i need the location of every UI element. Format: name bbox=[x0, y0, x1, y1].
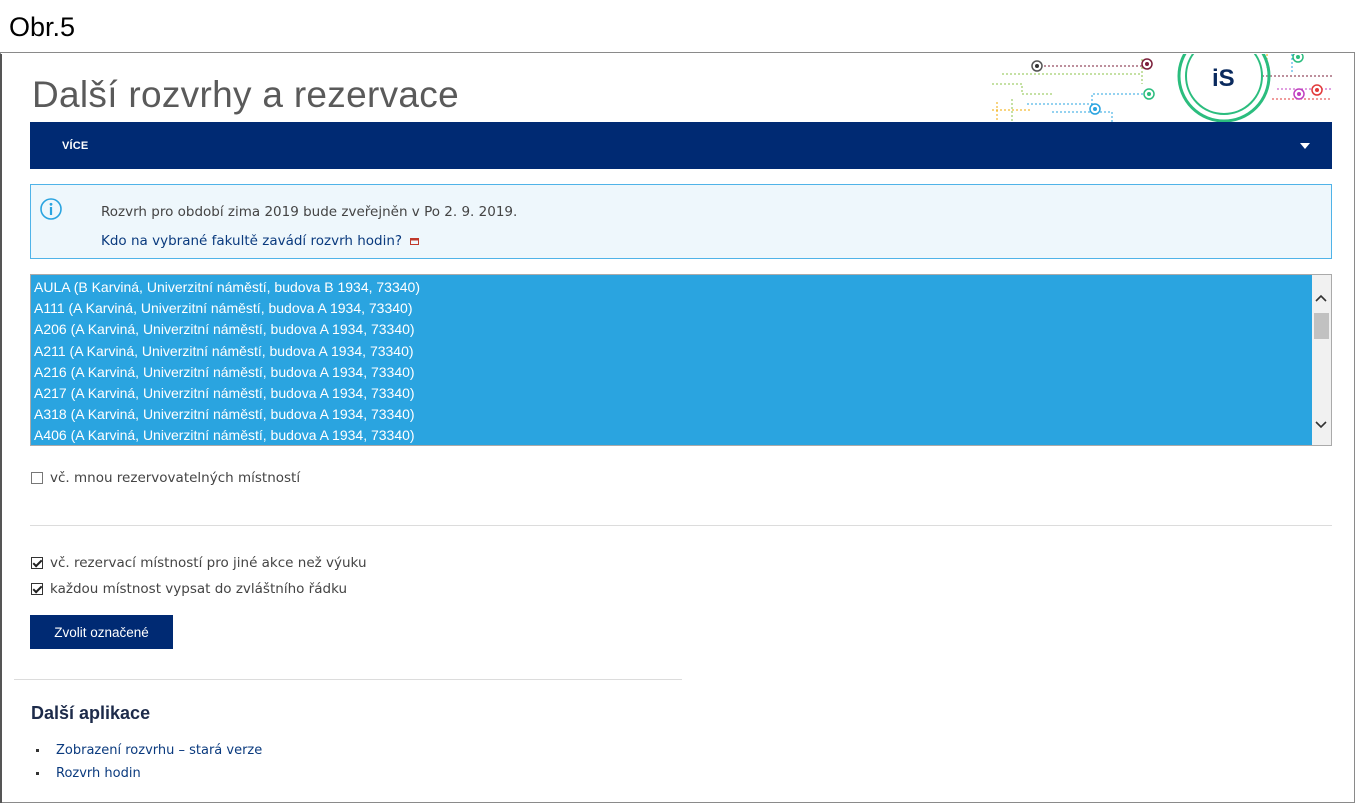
room-option[interactable]: A217 (A Karviná, Univerzitní náměstí, bu… bbox=[31, 383, 1313, 404]
list-item: Zobrazení rozvrhu – stará verze bbox=[36, 739, 262, 762]
room-option[interactable]: A216 (A Karviná, Univerzitní náměstí, bu… bbox=[31, 362, 1313, 383]
separate-rows-checkbox[interactable] bbox=[31, 583, 43, 595]
separate-rows-option[interactable]: každou místnost vypsat do zvláštního řád… bbox=[31, 581, 347, 597]
include-many-rooms-checkbox[interactable] bbox=[31, 472, 43, 484]
include-many-rooms-label: vč. mnou rezervovatelných místností bbox=[50, 470, 301, 486]
include-many-rooms-option[interactable]: vč. mnou rezervovatelných místností bbox=[31, 470, 300, 486]
bullet-icon bbox=[36, 749, 39, 752]
divider bbox=[30, 525, 1332, 526]
include-other-reservations-option[interactable]: vč. rezervací místností pro jiné akce ne… bbox=[31, 555, 367, 571]
other-apps-heading: Další aplikace bbox=[31, 703, 151, 723]
more-menu-bar[interactable]: VÍCE bbox=[30, 122, 1332, 169]
info-notice: Rozvrh pro období zima 2019 bude zveřejn… bbox=[30, 184, 1332, 259]
scroll-down-icon[interactable] bbox=[1315, 419, 1327, 431]
include-other-reservations-checkbox[interactable] bbox=[31, 557, 43, 569]
room-option[interactable]: A406 (A Karviná, Univerzitní náměstí, bu… bbox=[31, 425, 1313, 445]
apps-divider bbox=[14, 679, 682, 680]
page-title: Další rozvrhy a rezervace bbox=[32, 74, 459, 115]
page: Další rozvrhy a rezervace iS VÍCE Rozvrh… bbox=[0, 54, 1355, 803]
room-option[interactable]: A111 (A Karviná, Univerzitní náměstí, bu… bbox=[31, 298, 1313, 319]
figure-label: Obr.5 bbox=[9, 12, 76, 42]
room-options: AULA (B Karviná, Univerzitní náměstí, bu… bbox=[31, 275, 1313, 445]
select-marked-button[interactable]: Zvolit označené bbox=[30, 615, 173, 649]
circuit-logo-icon: iS bbox=[992, 54, 1332, 122]
room-option[interactable]: A206 (A Karviná, Univerzitní náměstí, bu… bbox=[31, 319, 1313, 340]
room-option[interactable]: A318 (A Karviná, Univerzitní náměstí, bu… bbox=[31, 404, 1313, 425]
separate-rows-label: každou místnost vypsat do zvláštního řád… bbox=[50, 581, 348, 597]
scroll-thumb[interactable] bbox=[1314, 313, 1329, 339]
room-option[interactable]: AULA (B Karviná, Univerzitní náměstí, bu… bbox=[31, 277, 1313, 298]
room-multiselect[interactable]: AULA (B Karviná, Univerzitní náměstí, bu… bbox=[30, 274, 1332, 446]
external-link-icon bbox=[410, 238, 420, 245]
figure-label-bar: Obr.5 bbox=[0, 0, 1355, 53]
info-icon bbox=[40, 198, 62, 220]
more-menu-label: VÍCE bbox=[62, 139, 89, 152]
faculty-schedule-link[interactable]: Kdo na vybrané fakultě zavádí rozvrh hod… bbox=[101, 233, 420, 249]
bullet-icon bbox=[36, 772, 39, 775]
logo-text: iS bbox=[1212, 65, 1235, 92]
room-option[interactable]: A211 (A Karviná, Univerzitní náměstí, bu… bbox=[31, 341, 1313, 362]
schedule-release-message: Rozvrh pro období zima 2019 bude zveřejn… bbox=[101, 204, 518, 220]
timetable-link[interactable]: Rozvrh hodin bbox=[56, 766, 141, 781]
scroll-up-icon[interactable] bbox=[1315, 292, 1327, 304]
faculty-schedule-link-text: Kdo na vybrané fakultě zavádí rozvrh hod… bbox=[101, 233, 403, 249]
caret-down-icon bbox=[1300, 142, 1310, 149]
is-logo-decoration: iS bbox=[992, 54, 1332, 122]
old-schedule-view-link[interactable]: Zobrazení rozvrhu – stará verze bbox=[56, 743, 262, 758]
include-other-reservations-label: vč. rezervací místností pro jiné akce ne… bbox=[50, 555, 367, 571]
other-apps-list: Zobrazení rozvrhu – stará verze Rozvrh h… bbox=[36, 739, 262, 785]
list-item: Rozvrh hodin bbox=[36, 762, 262, 785]
room-list-scrollbar[interactable] bbox=[1312, 275, 1331, 445]
